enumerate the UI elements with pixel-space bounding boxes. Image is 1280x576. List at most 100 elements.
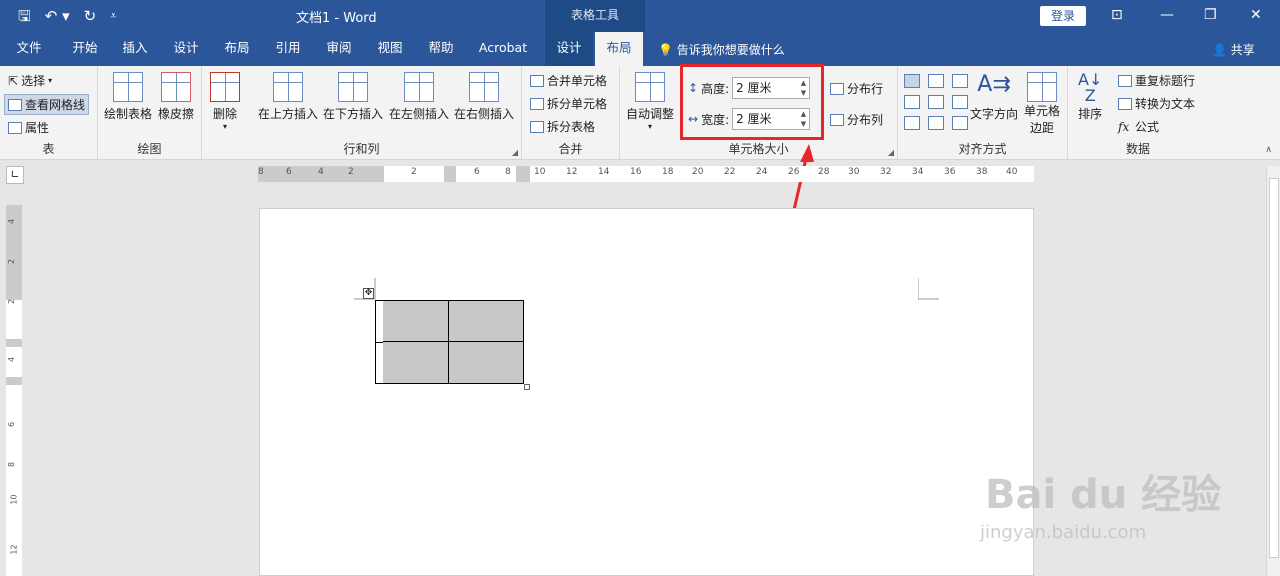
table-cell-r1c1[interactable] xyxy=(383,301,449,342)
ribbon-display-icon[interactable]: ⊡ xyxy=(1111,5,1123,25)
delete-button[interactable]: 删除 ▾ xyxy=(210,72,240,131)
split-cells-icon xyxy=(530,97,544,110)
document-page[interactable] xyxy=(259,208,1034,576)
group-label-table: 表 xyxy=(42,142,55,156)
distribute-rows-icon xyxy=(830,82,844,95)
vertical-ruler-tick-label: 4 xyxy=(7,356,17,363)
save-icon[interactable]: 🖫 xyxy=(18,6,31,26)
insert-below-button[interactable]: 在下方插入 xyxy=(323,72,383,122)
scrollbar-thumb[interactable] xyxy=(1269,178,1279,558)
undo-icon[interactable]: ↶ ▾ xyxy=(45,6,70,26)
merge-cells-button[interactable]: 合并单元格 xyxy=(530,72,607,89)
vertical-ruler-tick-label: 10 xyxy=(9,494,19,505)
insert-right-button[interactable]: 在右侧插入 xyxy=(454,72,514,122)
document-table[interactable] xyxy=(375,300,524,384)
sort-icon: A↓ Z xyxy=(1078,70,1103,105)
draw-table-button[interactable]: 绘制表格 xyxy=(104,72,152,122)
properties-button[interactable]: 属性 xyxy=(8,119,49,136)
tab-acrobat[interactable]: Acrobat xyxy=(472,32,534,66)
table-resize-handle[interactable] xyxy=(524,384,530,390)
align-bottom-center-icon[interactable] xyxy=(928,116,944,130)
customize-qat-icon[interactable]: ⩡ xyxy=(110,6,116,26)
ruler-tick-label: 8 xyxy=(258,167,264,177)
minimize-icon[interactable]: — xyxy=(1160,5,1174,25)
convert-to-text-icon xyxy=(1118,97,1132,110)
ruler-tick-label: 26 xyxy=(788,167,800,177)
restore-icon[interactable]: ❐ xyxy=(1204,5,1217,25)
align-bottom-right-icon[interactable] xyxy=(952,116,968,130)
close-icon[interactable]: ✕ xyxy=(1250,5,1262,25)
tab-design[interactable]: 设计 xyxy=(165,32,207,66)
select-button[interactable]: ⇱ 选择 ▾ xyxy=(8,72,52,89)
distribute-columns-label: 分布列 xyxy=(847,113,884,127)
grid-icon xyxy=(8,98,22,111)
tab-insert[interactable]: 插入 xyxy=(114,32,156,66)
cell-margins-button[interactable]: 单元格 边距 xyxy=(1024,72,1060,136)
convert-to-text-button[interactable]: 转换为文本 xyxy=(1118,95,1195,112)
group-label-cell-size: 单元格大小 xyxy=(728,142,789,156)
horizontal-ruler[interactable]: 8 6 4 2 2 6 8 10 12 14 16 18 20 22 24 26 28 30 32 34 36 38 40 xyxy=(258,166,1034,182)
dialog-launcher-icon[interactable]: ◢ xyxy=(888,148,894,157)
tab-review[interactable]: 审阅 xyxy=(318,32,360,66)
login-button[interactable]: 登录 xyxy=(1040,6,1086,26)
align-middle-left-icon[interactable] xyxy=(904,95,920,109)
insert-right-icon xyxy=(469,72,499,102)
tab-table-layout[interactable]: 布局 xyxy=(595,32,643,66)
autofit-button[interactable]: 自动调整 ▾ xyxy=(626,72,674,131)
vertical-ruler-tick-label: 2 xyxy=(7,258,17,265)
properties-label: 属性 xyxy=(25,121,50,135)
pencil-table-icon xyxy=(113,72,143,102)
ruler-row-marker-2 xyxy=(6,377,22,385)
tab-references[interactable]: 引用 xyxy=(267,32,309,66)
autofit-icon xyxy=(635,72,665,102)
align-bottom-left-icon[interactable] xyxy=(904,116,920,130)
ruler-tick-label: 36 xyxy=(944,167,956,177)
sort-button[interactable]: A↓ Z 排序 xyxy=(1078,72,1102,122)
align-middle-center-icon[interactable] xyxy=(928,95,944,109)
align-top-center-icon[interactable] xyxy=(928,74,944,88)
tab-file[interactable]: 文件 xyxy=(8,32,50,66)
eraser-button[interactable]: 橡皮擦 xyxy=(158,72,194,122)
dialog-launcher-icon[interactable]: ◢ xyxy=(512,148,518,157)
view-gridlines-button[interactable]: 查看网格线 xyxy=(4,94,90,115)
tell-me-box[interactable]: 💡 告诉我你想要做什么 xyxy=(658,41,785,58)
text-direction-button[interactable]: A⇉ 文字方向 xyxy=(970,72,1018,122)
split-cells-button[interactable]: 拆分单元格 xyxy=(530,95,607,112)
align-middle-right-icon[interactable] xyxy=(952,95,968,109)
person-icon: 👤 xyxy=(1212,43,1227,57)
vertical-ruler[interactable]: 4 2 2 4 6 8 10 12 xyxy=(6,205,22,576)
tab-layout[interactable]: 布局 xyxy=(216,32,258,66)
redo-icon[interactable]: ↻ xyxy=(84,6,97,26)
table-cell-r1c2[interactable] xyxy=(449,301,523,342)
distribute-rows-button[interactable]: 分布行 xyxy=(830,80,883,97)
vertical-ruler-tick-label: 8 xyxy=(7,461,17,468)
insert-above-button[interactable]: 在上方插入 xyxy=(258,72,318,122)
tab-home[interactable]: 开始 xyxy=(64,32,106,66)
split-table-button[interactable]: 拆分表格 xyxy=(530,118,595,135)
tab-table-design[interactable]: 设计 xyxy=(545,32,593,66)
align-top-left-icon[interactable] xyxy=(904,74,920,88)
vertical-scrollbar[interactable] xyxy=(1266,166,1280,576)
tab-view[interactable]: 视图 xyxy=(369,32,411,66)
tab-selector[interactable]: ∟ xyxy=(6,166,24,184)
repeat-header-label: 重复标题行 xyxy=(1135,74,1196,88)
insert-below-label: 在下方插入 xyxy=(323,107,384,121)
tab-help[interactable]: 帮助 xyxy=(420,32,462,66)
share-label: 共享 xyxy=(1230,43,1255,57)
group-label-rows-columns: 行和列 xyxy=(343,142,380,156)
tell-me-text: 告诉我你想要做什么 xyxy=(676,43,785,57)
align-top-right-icon[interactable] xyxy=(952,74,968,88)
collapse-ribbon-icon[interactable]: ∧ xyxy=(1265,145,1272,155)
formula-button[interactable]: fx 公式 xyxy=(1118,118,1159,135)
group-merge: 合并单元格 拆分单元格 拆分表格 合并 xyxy=(522,66,620,160)
repeat-header-button[interactable]: 重复标题行 xyxy=(1118,72,1195,89)
insert-left-label: 在左侧插入 xyxy=(389,107,450,121)
vertical-ruler-tick-label: 2 xyxy=(7,298,17,305)
share-button[interactable]: 👤 共享 xyxy=(1212,41,1255,58)
table-move-handle-icon[interactable]: ✥ xyxy=(363,288,374,299)
table-cell-r2c1[interactable] xyxy=(383,342,449,383)
insert-left-button[interactable]: 在左侧插入 xyxy=(389,72,449,122)
split-table-label: 拆分表格 xyxy=(547,120,596,134)
table-cell-r2c2[interactable] xyxy=(449,342,523,383)
distribute-columns-button[interactable]: 分布列 xyxy=(830,111,883,128)
